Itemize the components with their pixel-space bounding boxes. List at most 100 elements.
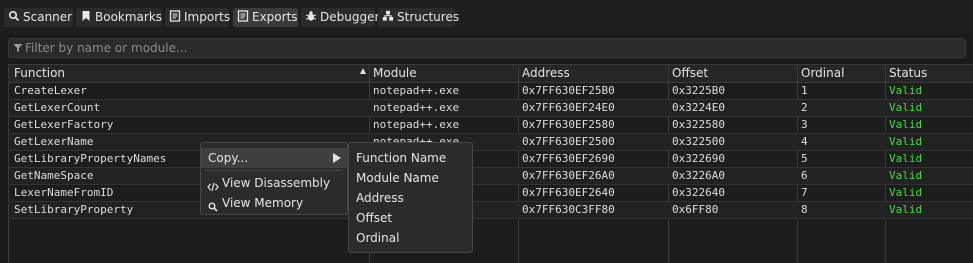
cell-ordinal: 7 — [801, 186, 808, 199]
tab-label: Imports — [184, 10, 231, 24]
filter-input[interactable] — [25, 39, 955, 57]
tab-imports[interactable]: Imports — [165, 8, 231, 27]
cell-offset: 0x322500 — [672, 135, 725, 148]
cell-offset: 0x322580 — [672, 118, 725, 131]
cell-address: 0x7FF630EF24E0 — [522, 101, 615, 114]
menu-item-label: View Memory — [222, 196, 304, 210]
cell-address: 0x7FF630EF2640 — [522, 186, 615, 199]
menu-item-copy[interactable]: Copy... — [201, 148, 347, 168]
cell-status: Valid — [889, 152, 923, 165]
cell-status: Valid — [889, 203, 923, 216]
code-icon — [207, 178, 219, 192]
table-row[interactable]: LexerNameFromID 0x7FF630EF2640 0x322640 … — [9, 185, 973, 202]
tab-label: Structures — [397, 10, 460, 24]
column-header-offset[interactable]: Offset — [672, 65, 708, 82]
table-row[interactable]: GetLexerName notepad++.exe 0x7FF630EF250… — [9, 134, 973, 151]
cell-offset: 0x3224E0 — [672, 101, 725, 114]
submenu-item-offset[interactable]: Offset — [349, 208, 472, 228]
cell-status: Valid — [889, 169, 923, 182]
cell-function: GetLexerFactory — [14, 118, 114, 131]
submenu-item-label: Address — [356, 191, 404, 205]
menu-item-label: View Disassembly — [222, 176, 331, 190]
submenu-item-function-name[interactable]: Function Name — [349, 148, 472, 168]
cell-module: notepad++.exe — [373, 118, 460, 131]
copy-submenu: Function Name Module Name Address Offset… — [348, 142, 473, 253]
submenu-item-label: Offset — [356, 211, 393, 225]
cell-function: GetLibraryPropertyNames — [14, 152, 167, 165]
cell-offset: 0x3226A0 — [672, 169, 725, 182]
cell-status: Valid — [889, 186, 923, 199]
tab-structures[interactable]: Structures — [378, 8, 459, 27]
cell-ordinal: 8 — [801, 203, 808, 216]
cell-address: 0x7FF630EF2580 — [522, 118, 615, 131]
cell-module: notepad++.exe — [373, 101, 460, 114]
filter-icon — [13, 44, 23, 52]
search-icon — [8, 10, 20, 22]
cell-status: Valid — [889, 101, 923, 114]
submenu-item-address[interactable]: Address — [349, 188, 472, 208]
import-icon — [169, 10, 181, 22]
cell-function: CreateLexer — [14, 84, 87, 97]
tab-label: Exports — [252, 10, 298, 24]
table-row[interactable]: GetLexerCount notepad++.exe 0x7FF630EF24… — [9, 100, 973, 117]
tab-label: Debugger — [320, 10, 380, 24]
tab-label: Bookmarks — [95, 10, 163, 24]
cell-offset: 0x6FF80 — [672, 203, 719, 216]
cell-address: 0x7FF630EF2500 — [522, 135, 615, 148]
cell-ordinal: 3 — [801, 118, 808, 131]
cell-ordinal: 2 — [801, 101, 808, 114]
cell-ordinal: 6 — [801, 169, 808, 182]
cell-status: Valid — [889, 84, 923, 97]
tab-exports[interactable]: Exports — [233, 8, 298, 27]
menu-item-view-memory[interactable]: View Memory — [201, 193, 347, 213]
submenu-item-label: Ordinal — [356, 231, 400, 245]
table-header: Function Module Address Offset Ordinal S… — [9, 65, 973, 83]
cell-offset: 0x3225B0 — [672, 84, 725, 97]
cell-status: Valid — [889, 135, 923, 148]
submenu-arrow-icon — [333, 153, 341, 163]
filter-bar — [8, 38, 966, 58]
cell-ordinal: 5 — [801, 152, 808, 165]
cell-address: 0x7FF630EF2690 — [522, 152, 615, 165]
cell-address: 0x7FF630EF26A0 — [522, 169, 615, 182]
cell-ordinal: 4 — [801, 135, 808, 148]
table-row[interactable]: GetNameSpace 0x7FF630EF26A0 0x3226A0 6 V… — [9, 168, 973, 185]
table-row[interactable]: GetLibraryPropertyNames 0x7FF630EF2690 0… — [9, 151, 973, 168]
menu-item-view-disassembly[interactable]: View Disassembly — [201, 173, 347, 193]
cell-module: notepad++.exe — [373, 84, 460, 97]
cell-function: GetLexerName — [14, 135, 94, 148]
context-menu: Copy... View Disassembly View Memory — [200, 142, 348, 215]
column-header-status[interactable]: Status — [889, 65, 927, 82]
cell-offset: 0x322690 — [672, 152, 725, 165]
cell-ordinal: 1 — [801, 84, 808, 97]
column-header-module[interactable]: Module — [373, 65, 417, 82]
bug-icon — [305, 10, 317, 22]
table-row[interactable]: CreateLexer notepad++.exe 0x7FF630EF25B0… — [9, 83, 973, 100]
submenu-item-ordinal[interactable]: Ordinal — [349, 228, 472, 248]
cell-address: 0x7FF630C3FF80 — [522, 203, 615, 216]
table-row[interactable]: SetLibraryProperty 0x7FF630C3FF80 0x6FF8… — [9, 202, 973, 219]
table-row[interactable]: GetLexerFactory notepad++.exe 0x7FF630EF… — [9, 117, 973, 134]
column-header-function[interactable]: Function — [14, 65, 65, 82]
column-header-address[interactable]: Address — [522, 65, 570, 82]
tab-bar: Scanner Bookmarks Imports Exports Debugg… — [0, 0, 973, 34]
column-header-ordinal[interactable]: Ordinal — [801, 65, 844, 82]
tab-debugger[interactable]: Debugger — [301, 8, 379, 27]
tab-scanner[interactable]: Scanner — [4, 8, 73, 27]
search-icon — [208, 198, 218, 212]
cell-function: GetNameSpace — [14, 169, 94, 182]
submenu-item-label: Module Name — [356, 171, 439, 185]
export-icon — [237, 10, 249, 22]
menu-separator — [205, 170, 343, 171]
submenu-item-module-name[interactable]: Module Name — [349, 168, 472, 188]
sort-ascending-icon — [360, 68, 366, 74]
bookmark-icon — [80, 10, 92, 22]
tab-label: Scanner — [23, 10, 73, 24]
tab-bookmarks[interactable]: Bookmarks — [76, 8, 162, 27]
exports-table: Function Module Address Offset Ordinal S… — [8, 64, 973, 263]
cell-status: Valid — [889, 118, 923, 131]
cell-function: LexerNameFromID — [14, 186, 114, 199]
cell-function: GetLexerCount — [14, 101, 101, 114]
structures-icon — [382, 10, 394, 22]
cell-offset: 0x322640 — [672, 186, 725, 199]
